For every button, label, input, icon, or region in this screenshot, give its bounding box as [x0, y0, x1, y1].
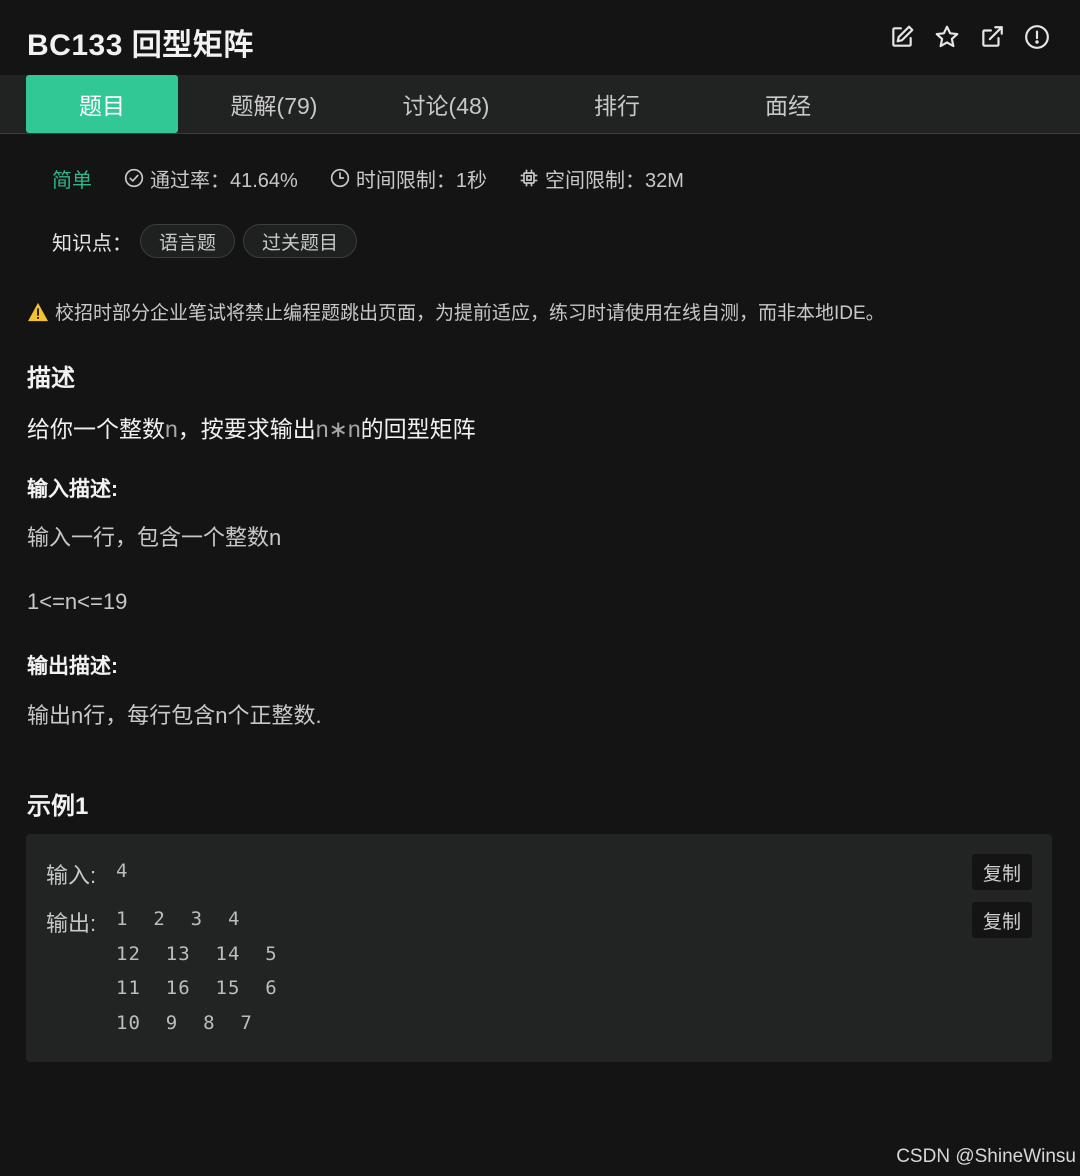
output-desc-heading: 输出描述: [27, 655, 118, 678]
example-panel: 输入: 4 复制 输出: 1 2 3 4 12 13 14 5 11 16 15… [26, 834, 1052, 1062]
check-circle-icon [124, 168, 144, 188]
description-text: 给你一个整数n，按要求输出n∗n的回型矩阵 [27, 416, 476, 442]
space-limit-text: 空间限制：32M [544, 169, 684, 192]
space-limit: 空间限制：32M [519, 164, 684, 193]
tag-level[interactable]: 过关题目 [243, 224, 358, 258]
exam-notice: 校招时部分企业笔试将禁止编程题跳出页面，为提前适应，练习时请使用在线自测，而非本… [27, 298, 885, 325]
knowledge-points: 知识点： 语言题 过关题目 [52, 223, 358, 259]
output-line: 11 16 15 6 [116, 977, 278, 999]
external-link-icon[interactable] [979, 24, 1005, 50]
time-limit-text: 时间限制：1秒 [355, 169, 487, 192]
notice-text: 校招时部分企业笔试将禁止编程题跳出页面，为提前适应，练习时请使用在线自测，而非本… [55, 303, 885, 324]
input-desc-heading: 输入描述: [27, 478, 118, 501]
output-line: 1 2 3 4 [116, 908, 241, 930]
copy-input-button[interactable]: 复制 [972, 854, 1032, 890]
alert-icon[interactable] [1024, 24, 1050, 50]
tab-solutions[interactable]: 题解(79) [198, 75, 350, 133]
watermark: CSDN @ShineWinsu [896, 1146, 1076, 1167]
description-heading: 描述 [27, 365, 75, 392]
tab-problem[interactable]: 题目 [26, 75, 178, 133]
tab-ranking[interactable]: 排行 [541, 75, 693, 133]
input-desc-line-2: 1<=n<=19 [27, 589, 128, 614]
problem-meta: 简单 通过率：41.64% 时间限制：1秒 空间限制：32M [52, 164, 716, 192]
time-limit: 时间限制：1秒 [330, 164, 487, 193]
pass-rate: 通过率：41.64% [124, 164, 298, 193]
problem-header: BC133 回型矩阵 [0, 0, 1080, 76]
pass-rate-text: 通过率：41.64% [150, 169, 298, 192]
star-icon[interactable] [934, 24, 960, 50]
output-line: 12 13 14 5 [116, 942, 278, 965]
knowledge-label: 知识点： [52, 232, 132, 255]
copy-output-button[interactable]: 复制 [972, 902, 1032, 938]
edit-icon[interactable] [889, 24, 915, 50]
chip-icon [520, 169, 538, 187]
header-actions [889, 24, 1050, 50]
output-line: 10 9 8 7 [116, 1011, 253, 1034]
output-desc-line-1: 输出n行，每行包含n个正整数. [27, 703, 322, 728]
tab-bar: 题目 题解(79) 讨论(48) 排行 面经 [0, 75, 1080, 134]
example-output-value: 1 2 3 4 12 13 14 5 11 16 15 6 10 9 8 7 [116, 902, 278, 1040]
tab-discussion[interactable]: 讨论(48) [370, 75, 522, 133]
example-output-label: 输出: [46, 911, 97, 936]
example-input-value: 4 [116, 860, 129, 882]
tag-language[interactable]: 语言题 [140, 224, 236, 258]
problem-title: BC133 回型矩阵 [27, 29, 254, 62]
input-desc-line-1: 输入一行，包含一个整数n [27, 525, 282, 550]
tab-interview[interactable]: 面经 [712, 75, 864, 133]
example-heading: 示例1 [27, 793, 89, 820]
warning-icon [28, 302, 48, 321]
difficulty-badge: 简单 [52, 169, 92, 192]
clock-icon [330, 168, 350, 188]
example-input-label: 输入: [46, 863, 97, 888]
